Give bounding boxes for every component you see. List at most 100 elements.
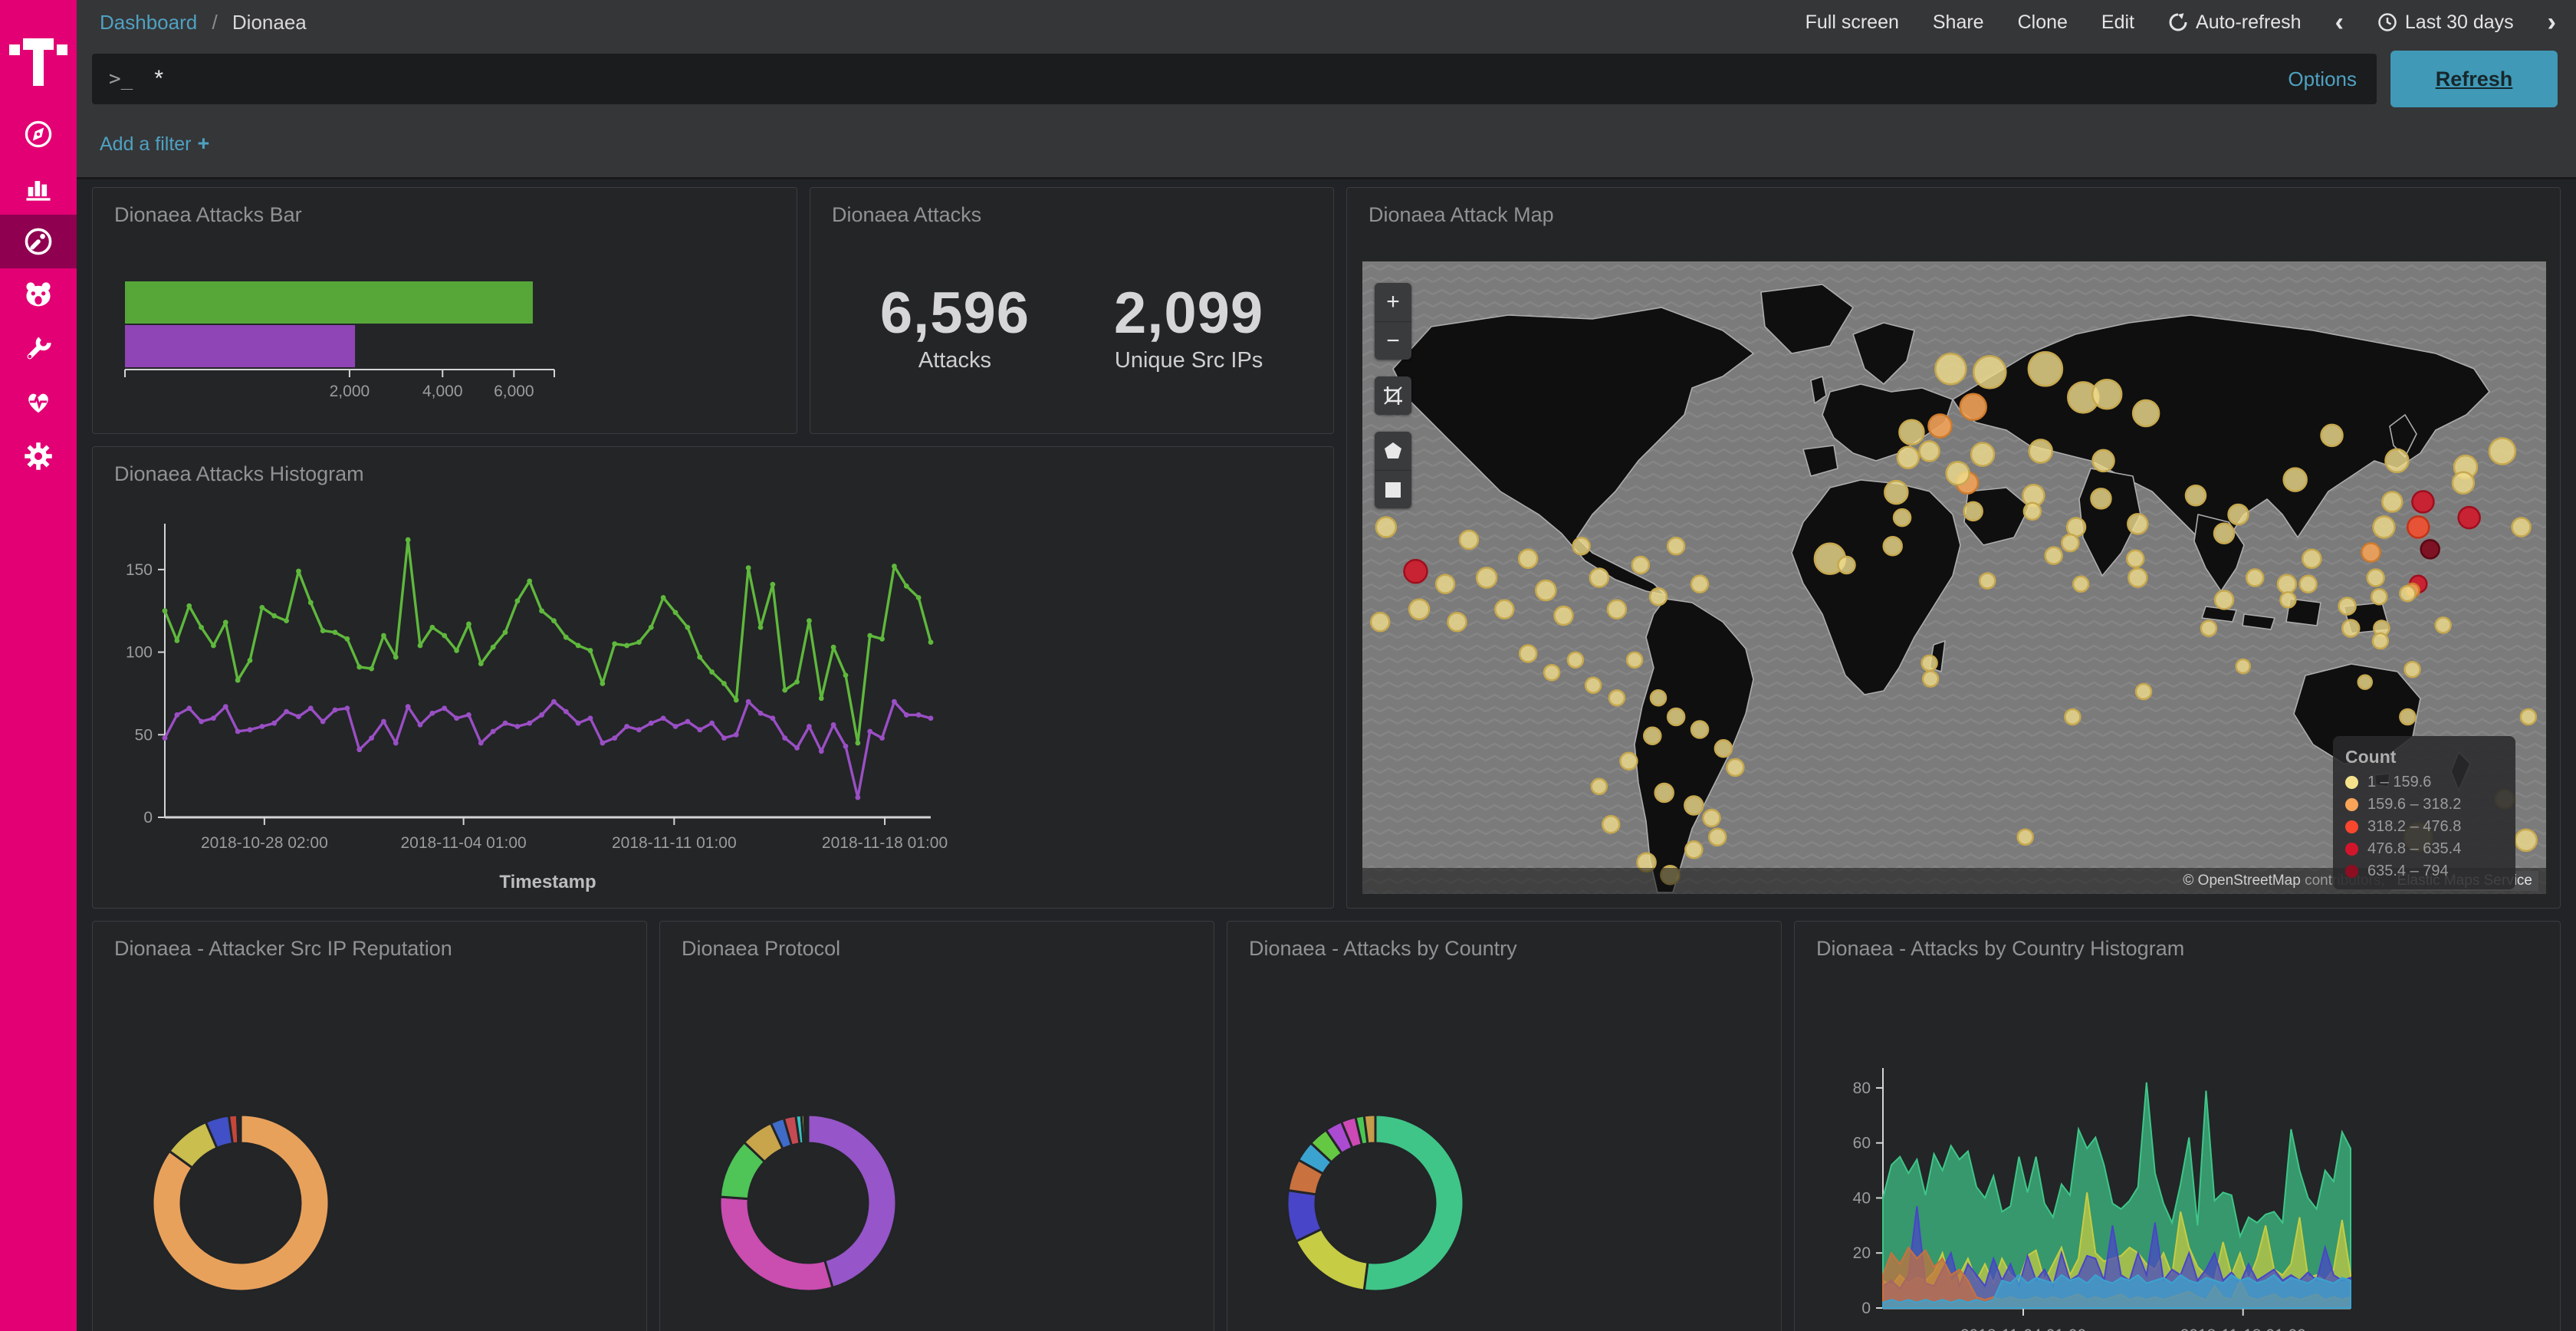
bar-Attacks[interactable] (125, 281, 533, 324)
attack-location-marker[interactable] (2045, 547, 2062, 564)
attack-location-marker[interactable] (1590, 569, 1608, 587)
attack-location-marker[interactable] (2029, 440, 2052, 463)
attack-location-marker[interactable] (2373, 517, 2394, 538)
attack-location-marker[interactable] (2515, 830, 2537, 851)
attack-location-marker[interactable] (1709, 829, 1726, 846)
attack-location-marker[interactable] (1884, 481, 1907, 504)
attack-location-marker[interactable] (1544, 665, 1559, 680)
attack-location-marker[interactable] (2062, 534, 2078, 551)
query-value[interactable]: * (154, 66, 2288, 92)
attack-location-marker[interactable] (2201, 621, 2216, 636)
attack-location-marker[interactable] (1573, 537, 1590, 554)
attack-location-marker[interactable] (2300, 576, 2317, 593)
share-button[interactable]: Share (1933, 12, 1984, 34)
attack-location-marker[interactable] (1609, 690, 1625, 705)
attack-location-marker[interactable] (1520, 646, 1536, 662)
attack-location-marker[interactable] (1644, 728, 1661, 744)
sidebar-item-tpot[interactable] (0, 268, 77, 322)
attack-location-marker[interactable] (2382, 492, 2402, 512)
attack-location-marker[interactable] (1922, 656, 1937, 671)
attack-location-marker[interactable] (1627, 652, 1642, 668)
attack-location-marker[interactable] (1923, 672, 1938, 687)
attack-location-marker[interactable] (1884, 537, 1902, 555)
rectangle-tool-button[interactable] (1375, 470, 1411, 508)
attack-location-marker[interactable] (1668, 708, 1684, 725)
telekom-logo[interactable] (0, 14, 77, 87)
attack-location-marker[interactable] (1477, 568, 1497, 588)
line-series-Attacks[interactable] (165, 540, 931, 743)
time-range-picker[interactable]: Last 30 days (2377, 12, 2514, 34)
attack-location-marker[interactable] (2421, 540, 2440, 558)
attack-location-marker[interactable] (2373, 633, 2388, 649)
attack-location-marker[interactable] (2229, 504, 2249, 524)
attack-location-marker[interactable] (2367, 570, 2384, 587)
attack-location-marker[interactable] (1727, 759, 1743, 776)
attack-location-marker[interactable] (2092, 380, 2121, 409)
attack-location-marker[interactable] (2459, 507, 2480, 528)
attack-location-marker[interactable] (2018, 830, 2033, 845)
attack-location-marker[interactable] (1928, 415, 1951, 438)
donut-slice-China[interactable] (1364, 1115, 1464, 1291)
attack-location-marker[interactable] (1899, 420, 1924, 445)
attack-location-marker[interactable] (2407, 517, 2429, 538)
attack-location-marker[interactable] (2512, 518, 2531, 537)
attack-location-marker[interactable] (2400, 586, 2415, 601)
time-prev-button[interactable]: ‹ (2335, 8, 2344, 38)
attack-location-marker[interactable] (2278, 575, 2296, 593)
attack-location-marker[interactable] (2091, 488, 2111, 508)
sidebar-item-monitoring[interactable] (0, 376, 77, 429)
attack-location-marker[interactable] (1409, 600, 1429, 619)
attack-location-marker[interactable] (1602, 816, 1619, 833)
attack-location-marker[interactable] (1568, 652, 1583, 668)
attack-location-marker[interactable] (1964, 502, 1983, 521)
attack-location-marker[interactable] (1620, 753, 1637, 770)
attack-location-marker[interactable] (2073, 577, 2088, 592)
attack-location-marker[interactable] (2358, 675, 2372, 689)
attack-location-marker[interactable] (1585, 678, 1601, 693)
zoom-out-button[interactable]: − (1375, 321, 1411, 360)
attack-location-marker[interactable] (1651, 690, 1666, 705)
attack-location-marker[interactable] (2339, 598, 2356, 615)
attack-location-marker[interactable] (1592, 779, 1607, 794)
attack-location-marker[interactable] (2361, 544, 2380, 562)
attack-location-marker[interactable] (2215, 590, 2233, 609)
world-map[interactable]: + − Count 1 – 159.6159.6 – 318.2318.2 – … (1362, 261, 2546, 894)
line-series-Unique Src IPs[interactable] (165, 702, 931, 797)
attack-location-marker[interactable] (1554, 606, 1572, 625)
full-screen-button[interactable]: Full screen (1806, 12, 1899, 34)
attack-location-marker[interactable] (1436, 575, 1454, 593)
attack-location-marker[interactable] (2024, 503, 2041, 520)
donut-slice-SipSession[interactable] (807, 1115, 808, 1143)
sidebar-item-dashboard[interactable] (0, 215, 77, 268)
attack-location-marker[interactable] (2302, 550, 2321, 568)
attack-location-marker[interactable] (1691, 576, 1708, 593)
attack-location-marker[interactable] (2321, 425, 2343, 446)
attack-location-marker[interactable] (2214, 524, 2234, 544)
attack-location-marker[interactable] (1838, 557, 1855, 573)
breadcrumb-dashboard-link[interactable]: Dashboard (100, 11, 197, 34)
donut-slice-httpd[interactable] (720, 1197, 833, 1291)
attack-location-marker[interactable] (2342, 620, 2359, 637)
attack-location-marker[interactable] (1684, 797, 1703, 815)
attack-location-marker[interactable] (1971, 443, 1994, 466)
attack-location-marker[interactable] (2246, 570, 2263, 587)
crop-tool-button[interactable] (1375, 376, 1411, 415)
attack-location-marker[interactable] (1691, 721, 1708, 738)
attack-location-marker[interactable] (1703, 810, 1720, 827)
attack-location-marker[interactable] (2128, 569, 2147, 587)
sidebar-item-management[interactable] (0, 429, 77, 483)
attack-location-marker[interactable] (2371, 589, 2387, 604)
attack-location-marker[interactable] (1935, 353, 1966, 384)
attack-location-marker[interactable] (1898, 447, 1919, 468)
attack-location-marker[interactable] (1668, 537, 1684, 554)
attack-location-marker[interactable] (1608, 600, 1626, 619)
attack-location-marker[interactable] (2385, 449, 2408, 472)
attack-location-marker[interactable] (1371, 613, 1389, 631)
attack-location-marker[interactable] (1448, 613, 1467, 631)
auto-refresh-button[interactable]: Auto-refresh (2168, 12, 2302, 34)
attack-location-marker[interactable] (2133, 400, 2159, 426)
add-filter-link[interactable]: Add a filter+ (100, 132, 209, 156)
attack-location-marker[interactable] (1685, 841, 1702, 858)
attack-location-marker[interactable] (2400, 709, 2415, 725)
attack-location-marker[interactable] (1404, 560, 1427, 583)
